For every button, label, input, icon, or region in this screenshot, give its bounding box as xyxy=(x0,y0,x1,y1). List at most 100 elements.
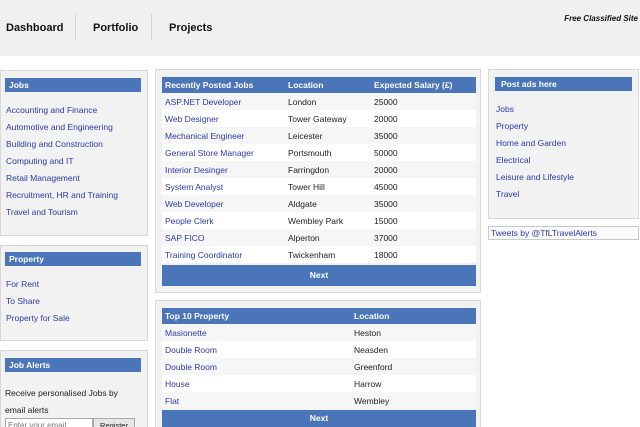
jobs-next-button[interactable]: Next xyxy=(162,265,476,286)
job-title-link[interactable]: General Store Manager xyxy=(162,144,285,161)
property-title-link[interactable]: Masionette xyxy=(162,324,351,341)
jobs-category-link[interactable]: Building and Construction xyxy=(6,136,118,153)
post-ad-link[interactable]: Home and Garden xyxy=(496,135,574,152)
job-salary: 37000 xyxy=(371,229,476,246)
table-row: System Analyst Tower Hill 45000 xyxy=(162,178,476,195)
job-location: Leicester xyxy=(285,127,371,144)
job-location: London xyxy=(285,93,371,110)
table-row: Double Room Neasden xyxy=(162,341,476,358)
job-salary: 20000 xyxy=(371,110,476,127)
jobs-category-link[interactable]: Recruitment, HR and Training xyxy=(6,187,118,204)
table-row: Masionette Heston xyxy=(162,324,476,341)
tweets-link[interactable]: Tweets by @TfLTravelAlerts xyxy=(488,226,639,240)
table-row: SAP FICO Alperton 37000 xyxy=(162,229,476,246)
site-tagline: Free Classified Site xyxy=(564,14,638,23)
post-ads-panel: Post ads here Jobs Property Home and Gar… xyxy=(488,69,639,219)
jobs-category-link[interactable]: Travel and Tourism xyxy=(6,204,118,221)
job-salary: 15000 xyxy=(371,212,476,229)
job-title-link[interactable]: Training Coordinator xyxy=(162,246,285,263)
property-category-link[interactable]: To Share xyxy=(6,293,70,310)
post-ad-link[interactable]: Leisure and Lifestyle xyxy=(496,169,574,186)
property-category-link[interactable]: Property for Sale xyxy=(6,310,70,327)
property-title-link[interactable]: Double Room xyxy=(162,358,351,375)
job-title-link[interactable]: Interior Desinger xyxy=(162,161,285,178)
column-header: Expected Salary (£) xyxy=(371,77,476,93)
column-header: Location xyxy=(285,77,371,93)
table-row: Interior Desinger Farringdon 20000 xyxy=(162,161,476,178)
job-alerts-description: Receive personalised Jobs by email alert… xyxy=(5,388,118,415)
jobs-category-list: Accounting and Finance Automotive and En… xyxy=(6,102,118,221)
property-next-button[interactable]: Next xyxy=(162,410,476,427)
job-salary: 25000 xyxy=(371,93,476,110)
nav-portfolio[interactable]: Portfolio xyxy=(93,0,138,40)
job-salary: 35000 xyxy=(371,127,476,144)
post-ad-link[interactable]: Electrical xyxy=(496,152,574,169)
table-row: Training Coordinator Twickenham 18000 xyxy=(162,246,476,263)
job-salary: 35000 xyxy=(371,195,476,212)
job-title-link[interactable]: Mechanical Engineer xyxy=(162,127,285,144)
post-ad-link[interactable]: Jobs xyxy=(496,101,574,118)
job-location: Alperton xyxy=(285,229,371,246)
property-location: Greenford xyxy=(351,358,476,375)
email-field[interactable] xyxy=(5,418,93,427)
property-panel: Property For Rent To Share Property for … xyxy=(0,245,148,341)
job-location: Farringdon xyxy=(285,161,371,178)
post-ad-link[interactable]: Travel xyxy=(496,186,574,203)
column-header: Location xyxy=(351,308,476,324)
nav-separator xyxy=(75,14,76,40)
post-ad-link[interactable]: Property xyxy=(496,118,574,135)
property-title-link[interactable]: Double Room xyxy=(162,341,351,358)
property-category-list: For Rent To Share Property for Sale xyxy=(6,276,70,327)
jobs-category-link[interactable]: Retail Management xyxy=(6,170,118,187)
job-salary: 18000 xyxy=(371,246,476,263)
table-row: House Harrow xyxy=(162,375,476,392)
jobs-category-link[interactable]: Automotive and Engineering xyxy=(6,119,118,136)
property-location: Heston xyxy=(351,324,476,341)
jobs-category-link[interactable]: Accounting and Finance xyxy=(6,102,118,119)
column-header: Recently Posted Jobs xyxy=(162,77,285,93)
table-header-row: Recently Posted Jobs Location Expected S… xyxy=(162,77,476,93)
property-panel-title: Property xyxy=(5,252,141,266)
job-location: Tower Gateway xyxy=(285,110,371,127)
table-row: ASP.NET Developer London 25000 xyxy=(162,93,476,110)
job-title-link[interactable]: Web Developer xyxy=(162,195,285,212)
property-location: Neasden xyxy=(351,341,476,358)
job-title-link[interactable]: Web Designer xyxy=(162,110,285,127)
table-row: Mechanical Engineer Leicester 35000 xyxy=(162,127,476,144)
jobs-panel: Jobs Accounting and Finance Automotive a… xyxy=(0,70,148,236)
job-title-link[interactable]: SAP FICO xyxy=(162,229,285,246)
property-location: Harrow xyxy=(351,375,476,392)
table-row: People Clerk Wembley Park 15000 xyxy=(162,212,476,229)
top-nav-bar: Dashboard Portfolio Projects Free Classi… xyxy=(0,0,640,56)
job-location: Aldgate xyxy=(285,195,371,212)
job-alerts-title: Job Alerts xyxy=(5,358,141,372)
job-location: Portsmouth xyxy=(285,144,371,161)
property-category-link[interactable]: For Rent xyxy=(6,276,70,293)
job-location: Wembley Park xyxy=(285,212,371,229)
table-row: Web Developer Aldgate 35000 xyxy=(162,195,476,212)
post-ads-title: Post ads here xyxy=(495,77,632,91)
job-title-link[interactable]: ASP.NET Developer xyxy=(162,93,285,110)
nav-separator xyxy=(151,14,152,40)
property-title-link[interactable]: Flat xyxy=(162,392,351,409)
nav-dashboard[interactable]: Dashboard xyxy=(6,0,63,40)
jobs-category-link[interactable]: Computing and IT xyxy=(6,153,118,170)
job-title-link[interactable]: System Analyst xyxy=(162,178,285,195)
property-title-link[interactable]: House xyxy=(162,375,351,392)
job-location: Twickenham xyxy=(285,246,371,263)
nav-projects[interactable]: Projects xyxy=(169,0,212,40)
recent-jobs-table: Recently Posted Jobs Location Expected S… xyxy=(162,77,476,263)
job-title-link[interactable]: People Clerk xyxy=(162,212,285,229)
job-salary: 50000 xyxy=(371,144,476,161)
top-property-table: Top 10 Property Location Masionette Hest… xyxy=(162,308,476,409)
column-header: Top 10 Property xyxy=(162,308,351,324)
table-row: Web Designer Tower Gateway 20000 xyxy=(162,110,476,127)
jobs-panel-title: Jobs xyxy=(5,78,141,92)
job-location: Tower Hill xyxy=(285,178,371,195)
table-header-row: Top 10 Property Location xyxy=(162,308,476,324)
table-row: Double Room Greenford xyxy=(162,358,476,375)
register-button[interactable]: Register xyxy=(93,418,135,427)
job-salary: 45000 xyxy=(371,178,476,195)
table-row: General Store Manager Portsmouth 50000 xyxy=(162,144,476,161)
job-salary: 20000 xyxy=(371,161,476,178)
